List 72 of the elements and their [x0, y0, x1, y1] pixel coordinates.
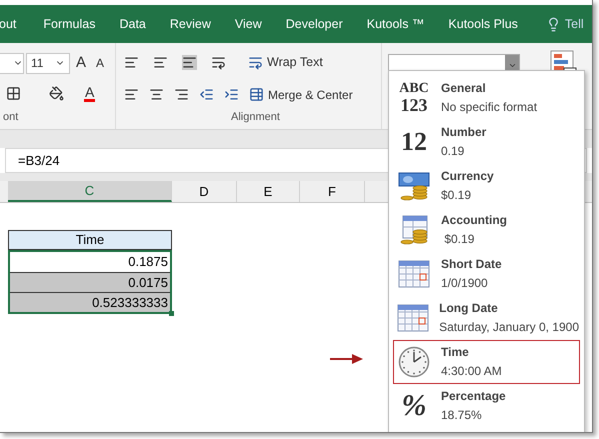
format-title: Accounting	[441, 212, 507, 229]
format-menu-item[interactable]: 12 Number 0.19	[393, 120, 580, 164]
decrease-indent-icon[interactable]	[199, 87, 214, 102]
align-center-icon[interactable]	[149, 87, 164, 102]
format-menu-item[interactable]: Time 4:30:00 AM	[393, 340, 580, 384]
column-header[interactable]: F	[300, 181, 365, 202]
format-title: Percentage	[441, 388, 506, 405]
ribbon-tab[interactable]: Kutools ™	[366, 14, 448, 34]
format-title: Time	[441, 344, 470, 361]
format-title: Currency	[441, 168, 494, 185]
ribbon-tab[interactable]: Data	[119, 14, 170, 34]
clock-icon	[398, 346, 430, 378]
format-title: Number	[441, 124, 486, 141]
column-header[interactable]: E	[237, 181, 300, 202]
calendar-coins-icon	[398, 215, 430, 245]
format-example: $0.19	[443, 231, 476, 248]
table-header-cell: Time	[8, 230, 172, 250]
font-name-field[interactable]	[0, 52, 24, 74]
column-header[interactable]: C	[8, 181, 172, 202]
format-menu-item[interactable]: % Percentage 18.75%	[393, 384, 580, 428]
format-example: 1/0/1900	[441, 275, 489, 292]
format-menu-item[interactable]: Long Date Saturday, January 0, 1900	[393, 296, 580, 340]
wrap-text-button[interactable]: Wrap Text	[248, 53, 323, 72]
format-title: General	[441, 80, 487, 97]
merge-center-button[interactable]: Merge & Center	[249, 86, 353, 104]
arrow-icon	[330, 353, 363, 365]
tell-me-field[interactable]: Tell	[564, 14, 584, 34]
font-size-field[interactable]: 11	[26, 52, 70, 74]
borders-icon[interactable]	[6, 86, 21, 100]
table-cell: 0.0175	[10, 272, 170, 292]
format-title: Long Date	[439, 300, 499, 317]
increase-indent-icon[interactable]	[224, 87, 239, 102]
format-example: 18.75%	[441, 407, 483, 424]
shrink-font-button[interactable]: A	[96, 54, 104, 72]
format-menu-item[interactable]: Currency $0.19	[393, 164, 580, 208]
group-label: ont	[3, 110, 18, 124]
format-menu-item[interactable]: Short Date 1/0/1900	[393, 252, 580, 296]
ribbon-tab[interactable]: Kutools Plus	[448, 14, 542, 34]
fill-color-icon[interactable]	[49, 86, 64, 100]
abc-123-icon: ABC 123	[398, 82, 430, 114]
ribbon-tab[interactable]: Review	[170, 14, 235, 34]
format-example: 0.19	[441, 143, 466, 160]
grow-font-button[interactable]: A	[76, 52, 86, 74]
format-example: No specific format	[441, 99, 538, 116]
format-example: $0.19	[441, 187, 472, 204]
top-align-icon[interactable]	[124, 54, 139, 70]
percent-icon: %	[398, 391, 430, 421]
formula-text: =B3/24	[18, 152, 60, 170]
column-header[interactable]: D	[172, 181, 237, 202]
format-example: Saturday, January 0, 1900	[439, 319, 579, 336]
merge-cells-icon	[249, 87, 264, 102]
calendar-icon	[398, 260, 430, 288]
group-label: Alignment	[231, 110, 280, 124]
wrap-text-icon	[248, 54, 263, 70]
banknote-coins-icon	[398, 171, 430, 201]
format-menu-item[interactable]: ABC 123 General No specific format	[393, 76, 580, 120]
ribbon-tab[interactable]: Developer	[286, 14, 367, 34]
middle-align-icon[interactable]	[153, 54, 168, 70]
align-left-icon[interactable]	[124, 87, 139, 102]
table-cell: 0.523333333	[10, 292, 170, 312]
format-menu-item[interactable]: Accounting $0.19	[393, 208, 580, 252]
format-example: 4:30:00 AM	[441, 363, 502, 380]
font-color-button[interactable]: A	[84, 84, 96, 102]
number-icon: 12	[398, 129, 430, 155]
format-title: Short Date	[441, 256, 502, 273]
ribbon-tab[interactable]: View	[234, 14, 286, 34]
fill-handle[interactable]	[169, 311, 174, 316]
calendar-icon	[397, 304, 430, 332]
orientation-icon[interactable]	[211, 54, 226, 70]
ribbon-tab[interactable]: Formulas	[43, 14, 120, 34]
bottom-align-icon[interactable]	[182, 54, 197, 70]
align-right-icon[interactable]	[174, 87, 189, 102]
